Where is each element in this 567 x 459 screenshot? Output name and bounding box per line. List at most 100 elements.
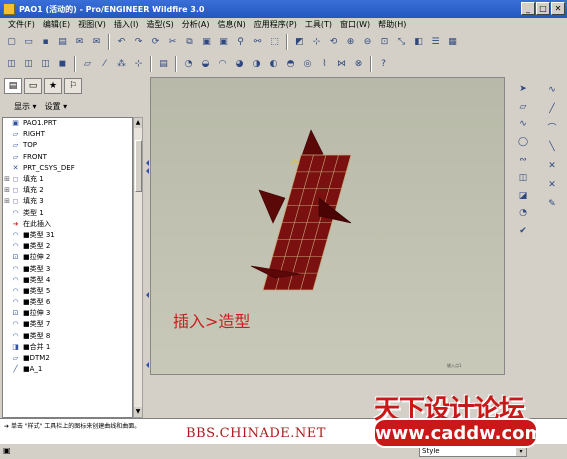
sketch-pen-icon[interactable]: ✎ (544, 196, 560, 211)
trim-icon[interactable]: ◔ (515, 206, 531, 220)
refit-icon[interactable]: ⊡ (377, 35, 392, 50)
menu-style[interactable]: 造型(S) (142, 19, 177, 30)
maximize-button[interactable]: □ (536, 2, 550, 15)
search-tool-icon[interactable]: ⚯ (250, 35, 265, 50)
select-arrow-icon[interactable]: ➤ (515, 82, 531, 96)
undo-icon[interactable]: ↶ (114, 35, 129, 50)
tree-item[interactable]: ◠ ■类型 2 (3, 241, 132, 252)
tree-item[interactable]: ▱ ■DTM2 (3, 353, 132, 364)
drop-curve-icon[interactable]: ╱ (544, 101, 560, 116)
scroll-thumb[interactable] (135, 140, 142, 192)
tree-item[interactable]: ◠ ■类型 4 (3, 275, 132, 286)
open-folder-icon[interactable]: ▭ (21, 35, 36, 50)
view-manager-icon[interactable]: ▦ (445, 35, 460, 50)
copy-icon[interactable]: ⧉ (182, 35, 197, 50)
scroll-up-icon[interactable]: ▲ (134, 118, 142, 128)
section-analysis-icon[interactable]: ◒ (198, 57, 213, 72)
tree-scrollbar[interactable]: ▲ ▼ (133, 117, 143, 418)
done-check-icon[interactable]: ✔ (515, 224, 531, 238)
tree-item[interactable]: ▱ FRONT (3, 152, 132, 163)
email-link-icon[interactable]: ✉ (89, 35, 104, 50)
tab-favorites[interactable]: ★ (44, 78, 62, 94)
tab-connections[interactable]: ⚐ (64, 78, 82, 94)
orient-mode-icon[interactable]: ⟲ (326, 35, 341, 50)
redo-icon[interactable]: ↷ (131, 35, 146, 50)
surface-icon[interactable]: ◫ (515, 171, 531, 185)
tree-item[interactable]: ➔ 在此插入 (3, 219, 132, 230)
selection-box-icon[interactable]: ⬚ (267, 35, 282, 50)
menu-analysis[interactable]: 分析(A) (178, 19, 214, 30)
saved-views-icon[interactable]: ◧ (411, 35, 426, 50)
create-curve-icon[interactable]: ∿ (515, 118, 531, 132)
curvature-analysis-icon[interactable]: ◔ (181, 57, 196, 72)
expand-icon[interactable]: ⊞ (3, 196, 11, 207)
print-icon[interactable]: ▤ (55, 35, 70, 50)
dihedral-analysis-icon[interactable]: ◎ (300, 57, 315, 72)
tree-item[interactable]: ⊡ ■拉伸 2 (3, 252, 132, 263)
datum-axes-icon[interactable]: ⁄ (97, 57, 112, 72)
delete-analyses-icon[interactable]: ⊗ (351, 57, 366, 72)
reorient-icon[interactable]: ⤡ (394, 35, 409, 50)
graphics-window[interactable]: 插入>造型 输入点1 (150, 77, 505, 375)
menu-view[interactable]: 视图(V) (74, 19, 110, 30)
datum-points-icon[interactable]: ⁂ (114, 57, 129, 72)
tree-item[interactable]: ⊞ ◻ 填充 3 (3, 196, 132, 207)
arc-icon[interactable]: ⌒ (544, 120, 560, 135)
shaded-curvature-icon[interactable]: ◕ (232, 57, 247, 72)
tree-item[interactable]: ◠ 类型 1 (3, 208, 132, 219)
context-help-icon[interactable]: ? (376, 57, 391, 72)
tree-item[interactable]: ⊡ ■拉伸 3 (3, 308, 132, 319)
circle-icon[interactable]: ◯ (515, 135, 531, 149)
coordinate-systems-icon[interactable]: ⊹ (131, 57, 146, 72)
tree-item[interactable]: ◠ ■类型 5 (3, 286, 132, 297)
menu-tools[interactable]: 工具(T) (301, 19, 336, 30)
tree-item[interactable]: ◠ ■类型 3 (3, 263, 132, 274)
tree-item[interactable]: ✕ PRT_CSYS_DEF (3, 163, 132, 174)
tree-item[interactable]: ▱ RIGHT (3, 129, 132, 140)
tree-item[interactable]: ╱ ■A_1 (3, 364, 132, 375)
show-dropdown[interactable]: 显示 ▾ (14, 101, 37, 112)
menu-applications[interactable]: 应用程序(P) (250, 19, 301, 30)
surface-edit-icon[interactable]: ◪ (515, 189, 531, 203)
menu-info[interactable]: 信息(N) (214, 19, 250, 30)
minimize-button[interactable]: _ (521, 2, 535, 15)
intersect-icon[interactable]: ✕ (544, 158, 560, 173)
wireframe-icon[interactable]: ◫ (4, 57, 19, 72)
curve-edit-icon[interactable]: ∾ (515, 153, 531, 167)
model-tree-toggle-icon[interactable]: ▤ (156, 57, 171, 72)
tree-item[interactable]: ▣ PAO1.PRT (3, 118, 132, 129)
tree-item[interactable]: ◨ ■合并 1 (3, 342, 132, 353)
offset-curve-icon[interactable]: ╲ (544, 139, 560, 154)
regen-manager-icon[interactable]: ⚲ (233, 35, 248, 50)
expand-icon[interactable]: ⊞ (3, 185, 11, 196)
offset-analysis-icon[interactable]: ◠ (215, 57, 230, 72)
tree-item[interactable]: ⊞ ◻ 填充 2 (3, 185, 132, 196)
node-analysis-icon[interactable]: ⋈ (334, 57, 349, 72)
shading-icon[interactable]: ◼ (55, 57, 70, 72)
close-button[interactable]: ✕ (551, 2, 565, 15)
zoom-in-icon[interactable]: ⊕ (343, 35, 358, 50)
tree-item[interactable]: ▱ TOP (3, 140, 132, 151)
paste-special-icon[interactable]: ▣ (216, 35, 231, 50)
datum-planes-icon[interactable]: ▱ (80, 57, 95, 72)
cut-icon[interactable]: ✂ (165, 35, 180, 50)
copy-curve-icon[interactable]: ✕ (544, 177, 560, 192)
tree-item[interactable]: ◠ ■类型 31 (3, 230, 132, 241)
tree-item[interactable]: ⊞ ◻ 填充 1 (3, 174, 132, 185)
tree-item[interactable]: ◠ ■类型 8 (3, 331, 132, 342)
regenerate-icon[interactable]: ⟳ (148, 35, 163, 50)
menu-insert[interactable]: 插入(I) (110, 19, 143, 30)
layers-icon[interactable]: ☰ (428, 35, 443, 50)
curve-from-surface-icon[interactable]: ∿ (544, 82, 560, 97)
settings-dropdown[interactable]: 设置 ▾ (45, 101, 68, 112)
tab-model-tree[interactable]: ▤ (4, 78, 22, 94)
spin-center-icon[interactable]: ⊹ (309, 35, 324, 50)
new-file-icon[interactable]: ▢ (4, 35, 19, 50)
scroll-down-icon[interactable]: ▼ (134, 407, 142, 417)
save-icon[interactable]: ▪ (38, 35, 53, 50)
no-hidden-icon[interactable]: ◫ (38, 57, 53, 72)
expand-icon[interactable]: ⊞ (3, 174, 11, 185)
menu-window[interactable]: 窗口(W) (336, 19, 374, 30)
reflection-analysis-icon[interactable]: ◑ (249, 57, 264, 72)
menu-edit[interactable]: 编辑(E) (39, 19, 74, 30)
